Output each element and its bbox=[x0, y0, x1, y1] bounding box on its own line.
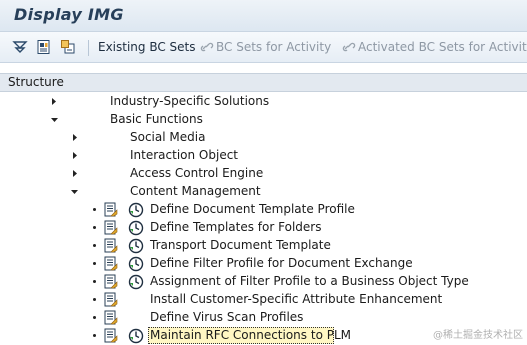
tree-activity[interactable]: Define Document Template Profile bbox=[0, 201, 527, 219]
activated-bc-sets-label: Activated BC Sets for Activity bbox=[358, 40, 527, 54]
activated-bc-sets-button[interactable]: Activated BC Sets for Activity bbox=[342, 40, 527, 54]
tree-activity[interactable]: Transport Document Template bbox=[0, 237, 527, 255]
tree-activity[interactable]: Define Templates for Folders bbox=[0, 219, 527, 237]
execute-clock-icon[interactable] bbox=[128, 220, 144, 236]
documentation-icon[interactable] bbox=[104, 220, 118, 236]
tree-node-label: Interaction Object bbox=[130, 148, 238, 162]
bullet-icon bbox=[93, 280, 96, 283]
expand-arrow-icon[interactable] bbox=[72, 169, 78, 178]
bullet-icon bbox=[93, 244, 96, 247]
tree-activity[interactable]: Define Filter Profile for Document Excha… bbox=[0, 255, 527, 273]
activity-label: Assignment of Filter Profile to a Busine… bbox=[150, 274, 469, 288]
structure-header: Structure bbox=[0, 73, 527, 92]
activity-label: Transport Document Template bbox=[150, 238, 331, 252]
documentation-icon[interactable] bbox=[104, 256, 118, 272]
expand-icon[interactable] bbox=[12, 39, 28, 55]
link-icon bbox=[342, 42, 356, 52]
execute-clock-icon[interactable] bbox=[128, 328, 144, 344]
activity-label: Define Templates for Folders bbox=[150, 220, 322, 234]
execute-clock-icon[interactable] bbox=[128, 238, 144, 254]
documentation-icon[interactable] bbox=[104, 328, 118, 344]
tree-node-interaction-object[interactable]: Interaction Object bbox=[0, 147, 527, 165]
existing-bc-sets-button[interactable]: Existing BC Sets bbox=[98, 40, 196, 54]
activity-label: Define Filter Profile for Document Excha… bbox=[150, 256, 413, 270]
watermark: @稀土掘金技术社区 bbox=[433, 330, 523, 341]
window-title: Display IMG bbox=[14, 5, 124, 24]
activity-label: Define Virus Scan Profiles bbox=[150, 310, 304, 324]
title-bar: Display IMG bbox=[0, 0, 527, 31]
bullet-icon bbox=[93, 262, 96, 265]
bullet-icon bbox=[93, 208, 96, 211]
tree-node-basic-functions[interactable]: Basic Functions bbox=[0, 111, 527, 129]
bullet-icon bbox=[93, 316, 96, 319]
collapse-arrow-icon[interactable] bbox=[50, 117, 59, 123]
link-icon bbox=[200, 42, 214, 52]
tree-node-label: Access Control Engine bbox=[130, 166, 264, 180]
tree-node-label: Social Media bbox=[130, 130, 206, 144]
bullet-icon bbox=[93, 334, 96, 337]
execute-clock-icon[interactable] bbox=[128, 202, 144, 218]
bullet-icon bbox=[93, 226, 96, 229]
activity-label: Maintain RFC Connections to PLM bbox=[150, 328, 351, 342]
tree-node-label: Content Management bbox=[130, 184, 261, 198]
tree-activity[interactable]: Define Virus Scan Profiles bbox=[0, 309, 527, 327]
toolbar: Existing BC Sets BC Sets for Activity Ac… bbox=[0, 31, 527, 63]
tree-node-content-management[interactable]: Content Management bbox=[0, 183, 527, 201]
activity-label: Install Customer-Specific Attribute Enha… bbox=[150, 292, 443, 306]
expand-arrow-icon[interactable] bbox=[72, 151, 78, 160]
execute-clock-icon[interactable] bbox=[128, 274, 144, 290]
collapse-arrow-icon[interactable] bbox=[70, 189, 79, 195]
documentation-icon[interactable] bbox=[104, 274, 118, 290]
bc-sets-for-activity-label: BC Sets for Activity bbox=[216, 40, 332, 54]
tree-node-label: Basic Functions bbox=[110, 112, 203, 126]
documentation-icon[interactable] bbox=[104, 202, 118, 218]
toolbar-separator bbox=[88, 40, 89, 56]
documentation-icon[interactable] bbox=[104, 292, 118, 308]
documentation-icon[interactable] bbox=[104, 310, 118, 326]
structure-header-label: Structure bbox=[8, 75, 64, 89]
bullet-icon bbox=[93, 298, 96, 301]
bc-sets-for-activity-button[interactable]: BC Sets for Activity bbox=[200, 40, 331, 54]
tree-node-label: Industry-Specific Solutions bbox=[110, 94, 270, 108]
execute-clock-icon[interactable] bbox=[128, 256, 144, 272]
tree-node-access-control[interactable]: Access Control Engine bbox=[0, 165, 527, 183]
activity-label: Define Document Template Profile bbox=[150, 202, 355, 216]
tree-activity[interactable]: Assignment of Filter Profile to a Busine… bbox=[0, 273, 527, 291]
tree-node-industry-specific[interactable]: Industry-Specific Solutions bbox=[0, 93, 527, 111]
documentation-icon[interactable] bbox=[36, 39, 52, 55]
tree-node-social-media[interactable]: Social Media bbox=[0, 129, 527, 147]
expand-arrow-icon[interactable] bbox=[72, 133, 78, 142]
release-notes-icon[interactable] bbox=[60, 39, 76, 55]
expand-arrow-icon[interactable] bbox=[51, 97, 57, 106]
documentation-icon[interactable] bbox=[104, 238, 118, 254]
tree-activity[interactable]: Install Customer-Specific Attribute Enha… bbox=[0, 291, 527, 309]
